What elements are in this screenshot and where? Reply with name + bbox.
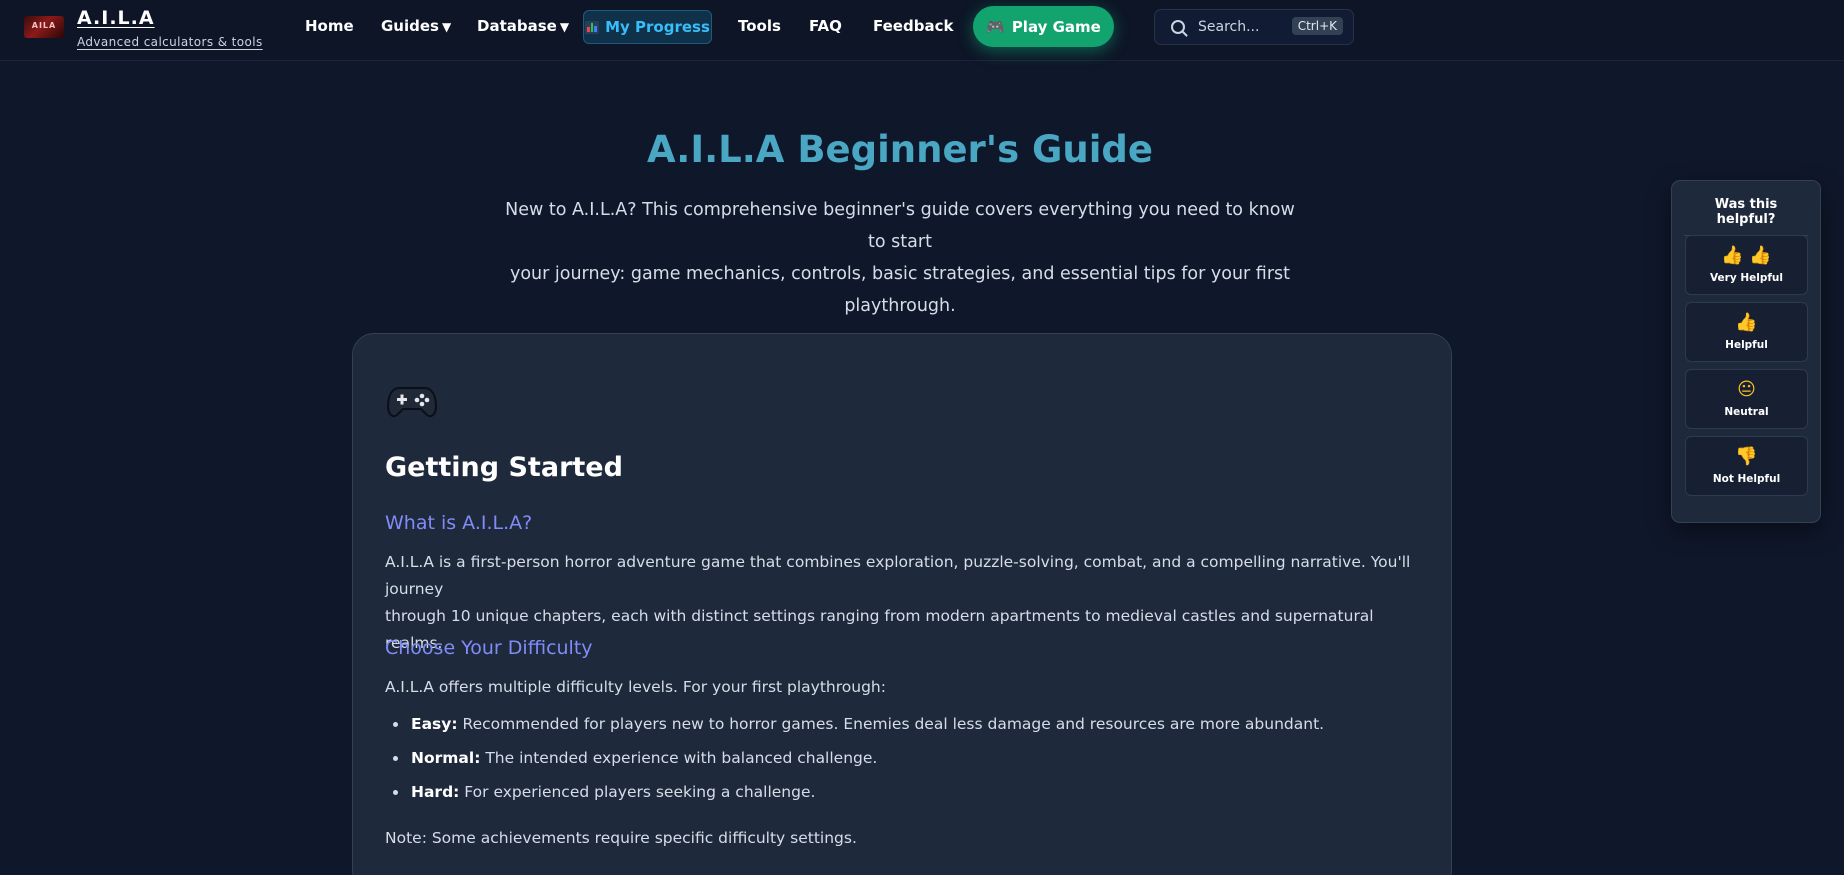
feedback-option-label: Helpful <box>1725 339 1768 351</box>
difficulty-intro: A.I.L.A offers multiple difficulty level… <box>385 678 886 696</box>
page-intro-line: playthrough. <box>844 296 956 316</box>
very-helpful-button[interactable]: 👍 👍 Very Helpful <box>1685 235 1808 295</box>
site-subtitle[interactable]: Advanced calculators & tools <box>77 35 263 49</box>
difficulty-desc: The intended experience with balanced ch… <box>480 749 878 767</box>
feedback-option-label: Very Helpful <box>1709 272 1784 284</box>
caret-down-icon: ▼ <box>441 20 452 34</box>
nav-database-dropdown[interactable]: Database ▼ <box>477 17 569 35</box>
feedback-widget-title: Was this helpful? <box>1684 197 1808 236</box>
difficulty-list: Easy: Recommended for players new to hor… <box>409 711 1324 813</box>
nav-my-progress[interactable]: My Progress <box>583 10 712 44</box>
nav-faq[interactable]: FAQ <box>809 17 842 35</box>
difficulty-note: Note: Some achievements require specific… <box>385 829 857 847</box>
difficulty-name: Normal: <box>411 749 481 767</box>
site-title[interactable]: A.I.L.A <box>77 6 263 30</box>
not-helpful-button[interactable]: 👎 Not Helpful <box>1685 436 1808 496</box>
feedback-widget: Was this helpful? 👍 👍 Very Helpful 👍 Hel… <box>1671 180 1821 523</box>
play-game-label: Play Game <box>1011 17 1101 36</box>
double-thumbs-up-icon: 👍 👍 <box>1721 245 1772 266</box>
thumbs-down-icon: 👎 <box>1735 446 1758 467</box>
feedback-option-label: Neutral <box>1724 406 1769 418</box>
bar-chart-icon <box>585 20 600 34</box>
gamepad-icon <box>386 382 438 424</box>
page-intro-line: your journey: game mechanics, controls, … <box>509 264 1290 284</box>
page-intro-line: New to A.I.L.A? This comprehensive begin… <box>505 200 1295 252</box>
nav-home[interactable]: Home <box>305 17 354 35</box>
top-navigation-bar: AILA A.I.L.A Advanced calculators & tool… <box>0 0 1844 61</box>
nav-guides-label: Guides <box>381 17 439 35</box>
play-game-button[interactable]: 🎮 Play Game <box>973 6 1114 47</box>
nav-database-label: Database <box>477 17 557 35</box>
difficulty-desc: Recommended for players new to horror ga… <box>457 715 1325 733</box>
nav-tools[interactable]: Tools <box>738 17 781 35</box>
page-intro: New to A.I.L.A? This comprehensive begin… <box>500 194 1300 322</box>
subsection-heading-what-is: What is A.I.L.A? <box>385 512 533 534</box>
site-logo-text: AILA <box>31 21 57 30</box>
nav-feedback[interactable]: Feedback <box>873 17 953 35</box>
search-box[interactable]: Search... Ctrl+K <box>1154 9 1354 45</box>
page-title: A.I.L.A Beginner's Guide <box>646 128 1154 171</box>
difficulty-name: Hard: <box>411 783 460 801</box>
list-item: Easy: Recommended for players new to hor… <box>409 711 1324 738</box>
neutral-button[interactable]: 😐 Neutral <box>1685 369 1808 429</box>
brand-link[interactable]: AILA A.I.L.A Advanced calculators & tool… <box>24 6 263 49</box>
subsection-heading-difficulty: Choose Your Difficulty <box>385 637 593 659</box>
nav-my-progress-label: My Progress <box>605 18 710 36</box>
paragraph-line: A.I.L.A is a first-person horror adventu… <box>385 553 1411 598</box>
difficulty-name: Easy: <box>411 715 458 733</box>
site-logo[interactable]: AILA <box>24 16 64 38</box>
search-icon <box>1171 20 1185 34</box>
section-heading: Getting Started <box>385 452 623 483</box>
list-item: Normal: The intended experience with bal… <box>409 745 1324 772</box>
gamepad-icon: 🎮 <box>986 17 1005 36</box>
getting-started-card: Getting Started What is A.I.L.A? A.I.L.A… <box>352 333 1452 875</box>
search-shortcut-badge: Ctrl+K <box>1291 17 1343 35</box>
search-placeholder: Search... <box>1198 19 1260 35</box>
brand-text: A.I.L.A Advanced calculators & tools <box>77 6 263 49</box>
feedback-option-label: Not Helpful <box>1712 473 1781 485</box>
thumbs-up-icon: 👍 <box>1735 312 1758 333</box>
neutral-face-icon: 😐 <box>1737 379 1756 400</box>
helpful-button[interactable]: 👍 Helpful <box>1685 302 1808 362</box>
caret-down-icon: ▼ <box>559 20 570 34</box>
difficulty-desc: For experienced players seeking a challe… <box>459 783 816 801</box>
nav-guides-dropdown[interactable]: Guides ▼ <box>381 17 451 35</box>
list-item: Hard: For experienced players seeking a … <box>409 779 1324 806</box>
